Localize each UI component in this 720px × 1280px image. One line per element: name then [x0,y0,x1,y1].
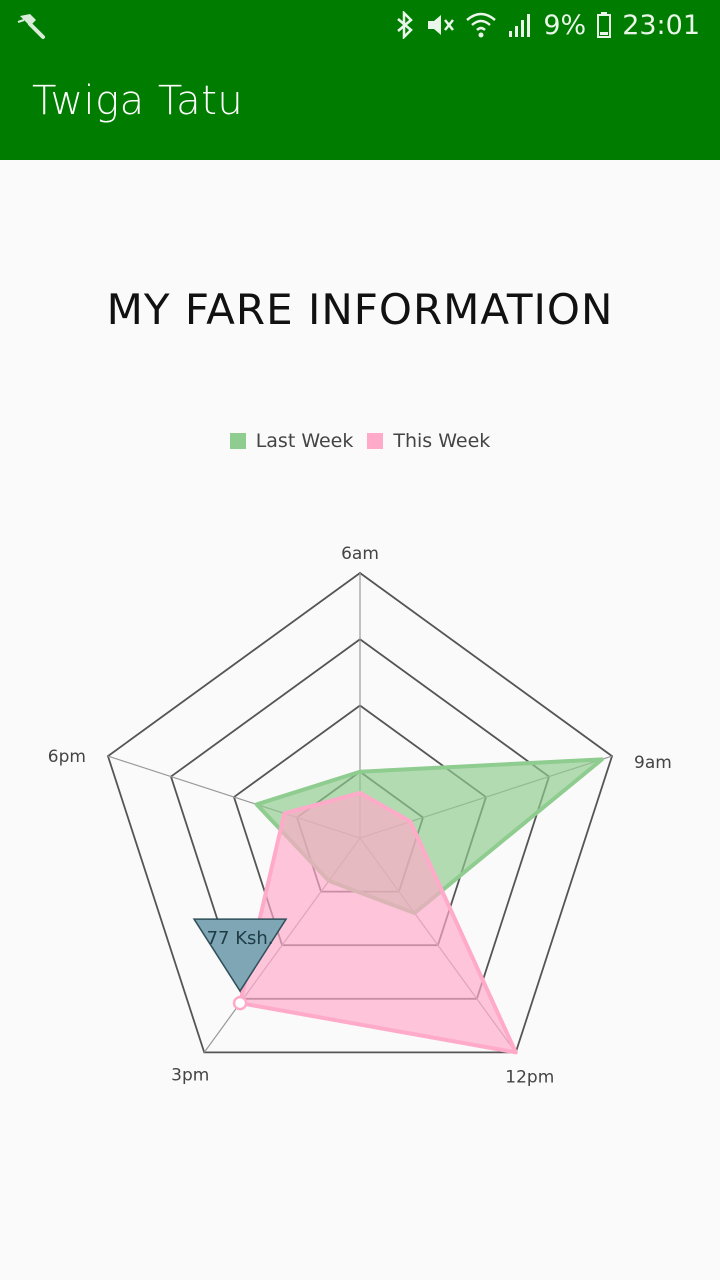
axis-label-6am: 6am [341,544,379,564]
bluetooth-icon [395,11,415,39]
page-title: MY FARE INFORMATION [106,285,614,334]
app-bar: Twiga Tatu [0,50,720,160]
axis-label-3pm: 3pm [171,1065,209,1085]
wifi-icon [465,11,497,39]
legend-swatch-last-week [229,433,246,449]
tooltip-point-marker [232,995,248,1011]
chart-legend: Last Week This Week [0,430,720,452]
signal-icon [507,11,533,39]
mute-icon [425,11,455,39]
status-bar: 9% 23:01 [0,0,720,50]
legend-label-last-week: Last Week [255,430,354,452]
app-title: Twiga Tatu [32,78,244,124]
axis-label-9am: 9am [634,753,672,773]
app-notification-icon [16,10,48,42]
axis-label-6pm: 6pm [48,747,86,767]
tooltip-label: 77 Ksh. [207,928,274,949]
axis-label-12pm: 12pm [505,1067,554,1087]
legend-label-this-week: This Week [393,430,491,452]
battery-percent: 9% [543,9,587,41]
radar-chart[interactable]: 6am 9am 12pm 3pm 6pm 77 Ksh. [0,520,720,1120]
clock: 23:01 [622,9,700,41]
legend-swatch-this-week [367,433,384,449]
legend-item-last-week[interactable]: Last Week [229,430,354,452]
battery-icon [596,11,612,39]
legend-item-this-week[interactable]: This Week [367,430,490,452]
